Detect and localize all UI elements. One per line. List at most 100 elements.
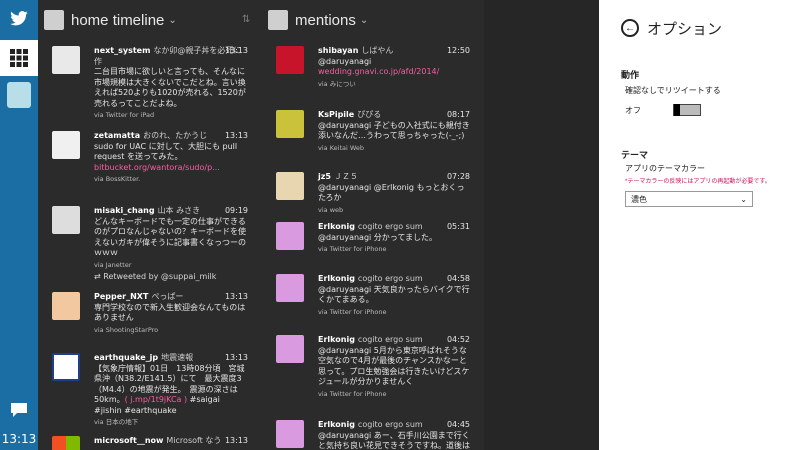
tweet[interactable]: microsoft__now Microsoft なう 13:13: [44, 436, 256, 450]
tweet-author[interactable]: Erlkonig: [318, 420, 355, 429]
tweet[interactable]: Erlkonig cogito ergo sum @daruyanagi 分かってま…: [268, 222, 478, 262]
tweet-display-name: Microsoft なう: [166, 436, 222, 445]
tweet-author[interactable]: jz5: [318, 172, 331, 181]
tweet[interactable]: Erlkonig cogito ergo sum @daruyanagi 天気良かっ…: [268, 274, 478, 322]
tweet-display-name: 山本 みさき: [157, 206, 201, 215]
tweet-author[interactable]: Pepper_NXT: [94, 292, 148, 301]
tweet[interactable]: Pepper_NXT ぺっぱー 専門学校なので新入生歓迎会なんてものはありません vi…: [44, 292, 256, 342]
avatar: [52, 131, 80, 159]
tweet-text: @daruyanagi 子どもの入社式にも親付き添いなんだ…うわって思っちゃった…: [318, 120, 470, 141]
tweet-via: via BossKitter.: [94, 175, 141, 183]
theme-selected-value: 濃色: [631, 194, 647, 204]
avatar: [52, 353, 80, 381]
tweet[interactable]: Erlkonig cogito ergo sum @daruyanagi あー、石手…: [268, 420, 478, 450]
column-header[interactable]: mentions ⌄: [262, 0, 484, 40]
tweet-author[interactable]: KsPipile: [318, 110, 354, 119]
avatar: [276, 46, 304, 74]
tweet-author[interactable]: shibayan: [318, 46, 358, 55]
tweet-text: @daruyanagi 天気良かったらバイクで行くかてまある。: [318, 284, 470, 305]
tweet-text: sudo for UAC に対して、大胆にも pull request を送って…: [94, 141, 238, 162]
tweet-link[interactable]: bitbucket.org/wantora/sudo/p...: [94, 163, 220, 172]
retweet-icon: ⇄: [94, 272, 101, 281]
tweet-via: via Janetter: [94, 260, 132, 269]
tweet-display-name: cogito ergo sum: [357, 420, 423, 429]
tweet-time: 09:19: [224, 206, 248, 215]
tweet-display-name: おのれ、たかうじ: [143, 131, 208, 140]
tweet-text: どんなキーボードでも一定の仕事ができるのがプロなんじゃないの？キーボードを使えな…: [94, 216, 246, 258]
tweet-via: via Twitter for iPad: [94, 111, 155, 119]
tweet-via: via Twitter for iPhone: [318, 307, 387, 316]
retweet-confirm-label: 確認なしでリツイートする: [625, 86, 721, 95]
clock: 13:13: [1, 432, 37, 446]
chevron-down-icon: ⌄: [740, 194, 747, 204]
tweet-author[interactable]: Erlkonig: [318, 335, 355, 344]
tweet[interactable]: next_system なか卯@親子丼を必死に作 二台目市場に欲しいと言っても、そん…: [44, 46, 256, 126]
tweet[interactable]: shibayan しばやん @daruyanagi wedding.gnavi.co…: [268, 46, 478, 98]
tweet-text: @daruyanagi あー、石手川公園まで行くと気持ち良い花見できそうですね。…: [318, 430, 470, 450]
theme-color-label: アプリのテーマカラー: [625, 164, 705, 173]
tweet[interactable]: Erlkonig cogito ergo sum @daruyanagi 5月から東…: [268, 335, 478, 407]
theme-color-select[interactable]: 濃色 ⌄: [625, 191, 753, 207]
tweet[interactable]: zetamatta おのれ、たかうじ sudo for UAC に対して、大胆にも …: [44, 131, 256, 191]
grid-icon: [10, 49, 28, 67]
app-nav-bar: 13:13: [0, 0, 38, 450]
tweet-via: via web: [318, 205, 344, 214]
scroll-arrows-icon[interactable]: ⇅: [242, 14, 250, 25]
tweet-via: via Keitai Web: [318, 143, 365, 152]
tweet-time: 04:52: [446, 335, 470, 344]
tweet[interactable]: KsPipile ぴぴる @daruyanagi 子どもの入社式にも親付き添いなんだ…: [268, 110, 478, 158]
tweet-text: @daruyanagi: [318, 56, 372, 66]
tweet[interactable]: misaki_chang 山本 みさき どんなキーボードでも一定の仕事ができるのがプ…: [44, 206, 256, 281]
toggle-thumb: [674, 104, 680, 116]
tweet-author[interactable]: earthquake_jp: [94, 353, 158, 362]
tweet-time: 07:28: [446, 172, 470, 181]
account-avatar[interactable]: [0, 80, 38, 110]
column-avatar: [44, 10, 64, 30]
tweet[interactable]: earthquake_jp 地震速報 【気象庁情報】01日 13時08分頃 宮城県沖…: [44, 353, 256, 426]
tweet-time: 08:17: [446, 110, 470, 119]
tweet-link[interactable]: ( j.mp/1t9jKCa ): [125, 395, 188, 404]
tweet-via: via ShootingStarPro: [94, 325, 159, 334]
columns-grid-button[interactable]: [0, 40, 38, 76]
chevron-down-icon[interactable]: ⌄: [360, 15, 368, 26]
tweet-time: 13:13: [224, 292, 248, 301]
avatar: [276, 172, 304, 200]
tweet-time: 12:50: [446, 46, 470, 55]
tweet-text: @daruyanagi @Erlkonig もっとおくったろか: [318, 182, 465, 203]
twitter-bird-icon[interactable]: [0, 8, 38, 30]
retweet-confirm-toggle-row[interactable]: オフ: [625, 104, 800, 116]
tweet-via: via みについ: [318, 79, 356, 88]
tweet-display-name: ＪＺ５: [333, 172, 358, 181]
tweet-author[interactable]: zetamatta: [94, 131, 140, 140]
tweet-via: via Twitter for iPhone: [318, 245, 387, 253]
avatar: [276, 420, 304, 448]
tweet-author[interactable]: microsoft__now: [94, 436, 163, 445]
tweet-display-name: ぺっぱー: [151, 292, 184, 301]
theme-section-title: テーマ: [621, 150, 649, 160]
avatar: [276, 222, 304, 250]
tweet-author[interactable]: Erlkonig: [318, 222, 355, 231]
tweet-via: via 日本の地下: [94, 418, 139, 426]
tweet-author[interactable]: misaki_chang: [94, 206, 155, 215]
tweet-author[interactable]: Erlkonig: [318, 274, 355, 283]
tweet-link[interactable]: wedding.gnavi.co.jp/afd/2014/: [318, 67, 439, 76]
toggle-state-label: オフ: [625, 105, 641, 115]
tweet-text: @daruyanagi 分かってました。: [318, 232, 437, 242]
compose-icon[interactable]: [0, 398, 38, 422]
tweet[interactable]: jz5 ＪＺ５ @daruyanagi @Erlkonig もっとおくったろか via…: [268, 172, 478, 214]
retweet-confirm-toggle[interactable]: [673, 104, 701, 116]
avatar: [52, 436, 80, 450]
avatar: [276, 335, 304, 363]
tweet-time: 13:13: [224, 131, 248, 140]
tweet-author[interactable]: next_system: [94, 46, 150, 55]
theme-restart-note: *テーマカラーの反映にはアプリの再起動が必要です。: [625, 179, 771, 185]
tweet-display-name: しばやん: [361, 46, 394, 55]
back-arrow-icon[interactable]: ←: [621, 19, 639, 37]
column-header[interactable]: home timeline ⌄: [38, 0, 262, 40]
options-title: オプション: [647, 20, 723, 38]
chevron-down-icon[interactable]: ⌄: [168, 15, 176, 26]
column-avatar: [268, 10, 288, 30]
tweet-display-name: ぴぴる: [357, 110, 382, 119]
options-header: ← オプション: [599, 0, 800, 56]
tweet-display-name: cogito ergo sum: [357, 335, 423, 344]
